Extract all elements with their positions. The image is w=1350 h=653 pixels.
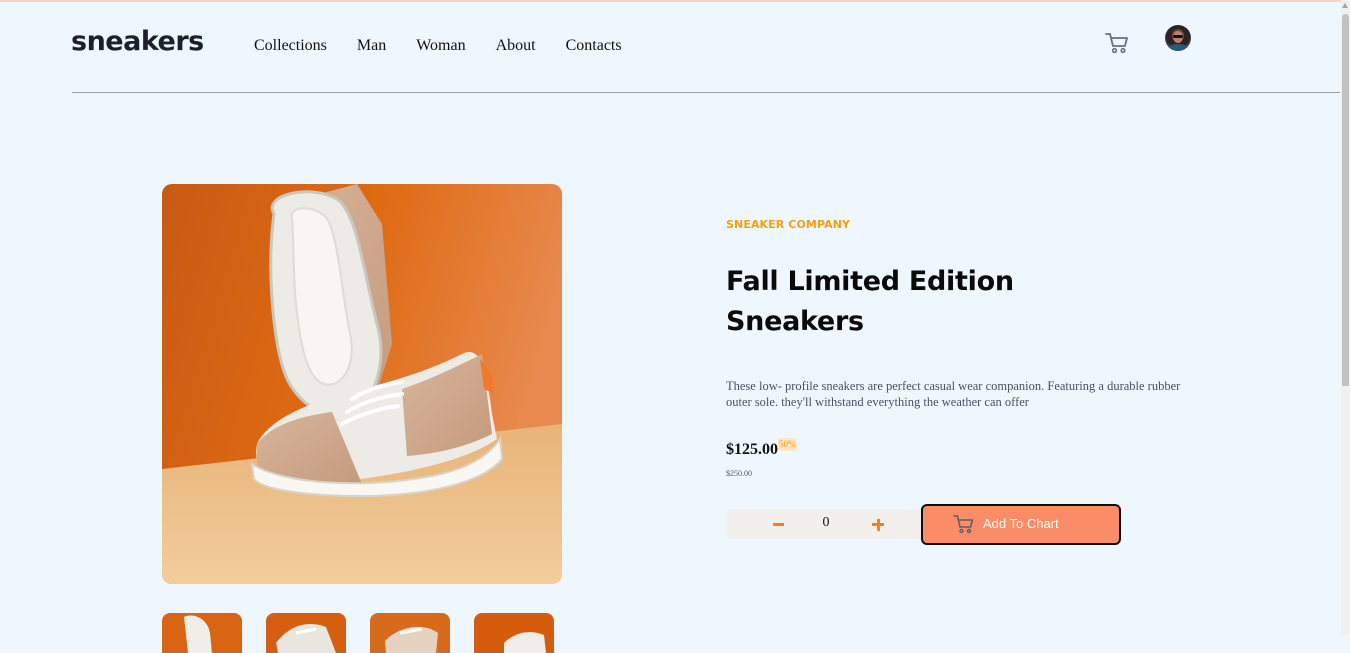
product-description: These low- profile sneakers are perfect … xyxy=(726,379,1181,409)
current-price: $125.00 xyxy=(726,441,778,458)
nav-contacts[interactable]: Contacts xyxy=(566,37,622,55)
plus-icon[interactable] xyxy=(866,517,890,531)
brand-logo[interactable]: sneakers xyxy=(71,26,204,57)
main-nav: Collections Man Woman About Contacts xyxy=(254,37,652,55)
product-title: Fall Limited Edition Sneakers xyxy=(726,262,1046,342)
header-divider xyxy=(72,92,1340,93)
product-title-line-1: Fall Limited Edition xyxy=(726,266,1014,297)
thumbnail-2[interactable] xyxy=(266,613,346,653)
nav-collections[interactable]: Collections xyxy=(254,37,327,55)
quantity-stepper: 0 xyxy=(726,509,932,539)
vertical-scrollbar[interactable] xyxy=(1341,0,1350,634)
add-to-cart-button[interactable]: Add To Chart xyxy=(921,504,1121,545)
thumbnail-1[interactable] xyxy=(162,613,242,653)
nav-about[interactable]: About xyxy=(496,37,536,55)
thumbnail-strip xyxy=(162,613,578,653)
product-title-line-2: Sneakers xyxy=(726,306,864,337)
product-main-image[interactable] xyxy=(162,184,562,584)
nav-man[interactable]: Man xyxy=(357,37,386,55)
avatar[interactable] xyxy=(1165,25,1191,51)
top-border xyxy=(0,0,1350,2)
cart-icon[interactable] xyxy=(1104,31,1130,55)
company-label: SNEAKER COMPANY xyxy=(726,218,851,231)
minus-icon[interactable] xyxy=(766,517,790,531)
original-price: $250.00 xyxy=(726,469,752,478)
scroll-up-arrow-icon[interactable] xyxy=(1342,3,1348,8)
add-to-cart-label: Add To Chart xyxy=(983,516,1059,531)
quantity-value: 0 xyxy=(822,515,830,530)
cart-button-icon xyxy=(953,514,975,534)
scrollbar-thumb[interactable] xyxy=(1342,14,1349,386)
nav-woman[interactable]: Woman xyxy=(416,37,465,55)
discount-badge: 50% xyxy=(778,438,797,451)
thumbnail-3[interactable] xyxy=(370,613,450,653)
thumbnail-4[interactable] xyxy=(474,613,554,653)
